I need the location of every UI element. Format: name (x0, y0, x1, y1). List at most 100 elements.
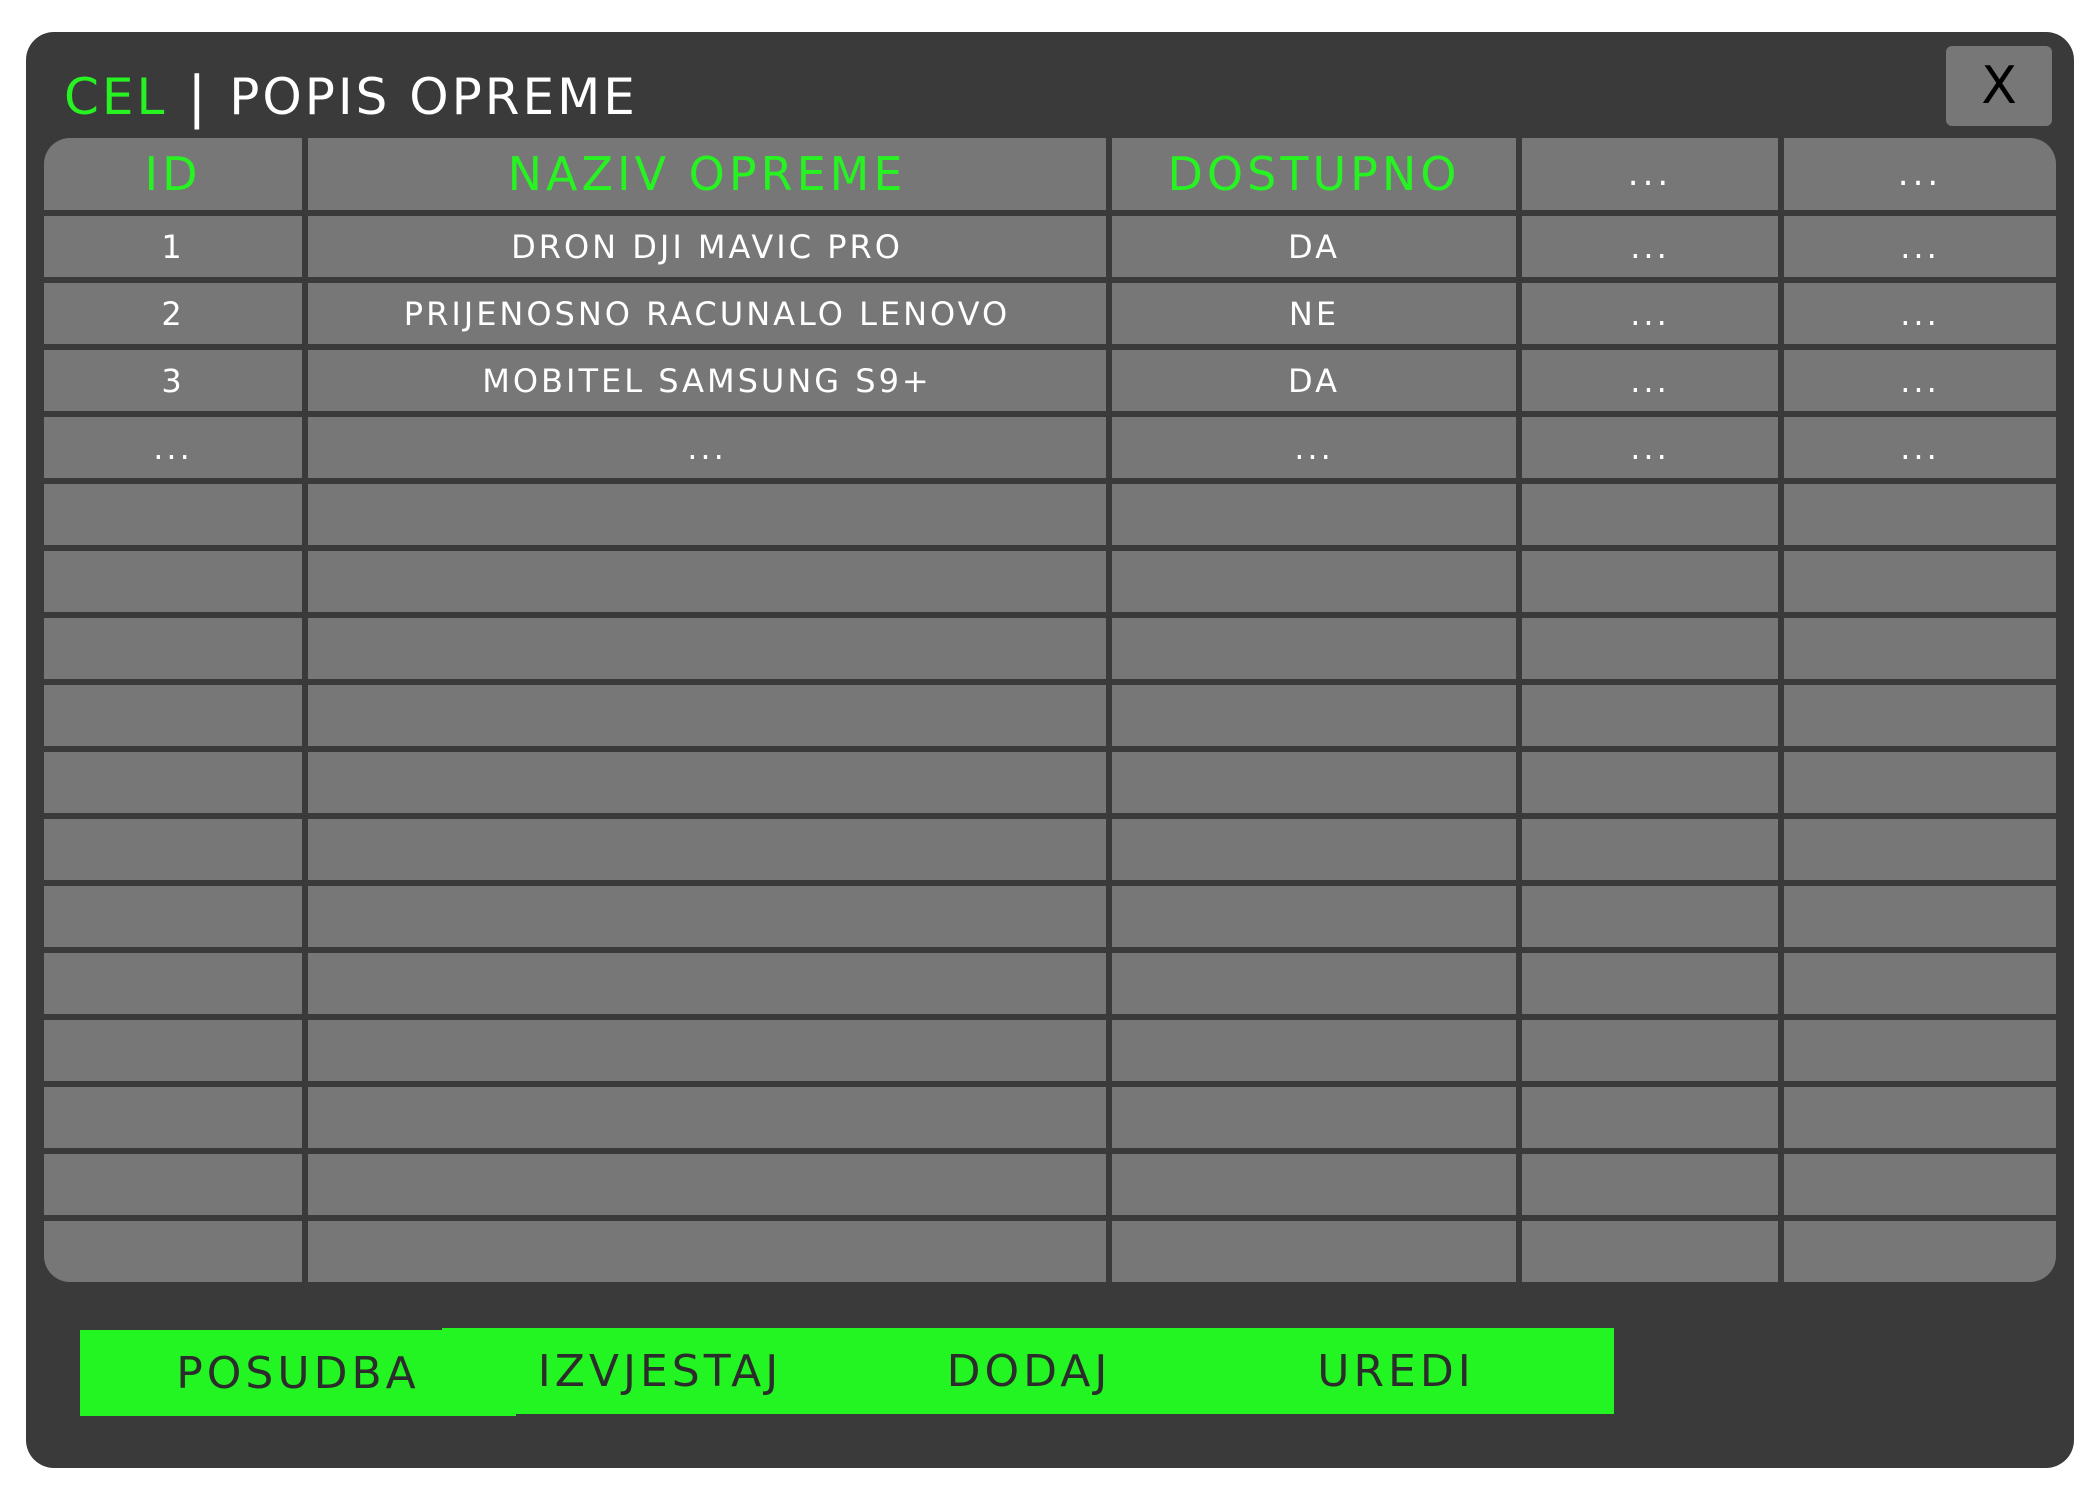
cell-extra-1 (1522, 551, 1778, 612)
table-row[interactable] (44, 551, 2056, 612)
cell-extra-1 (1522, 886, 1778, 947)
cell-available (1112, 819, 1516, 880)
equipment-list-window: CEL | POPIS OPREME X ID NAZIV OPREME DOS… (26, 32, 2074, 1468)
action-bar: POSUDBA IZVJESTAJ DODAJ UREDI (26, 1328, 2074, 1418)
cell-extra-1 (1522, 1221, 1778, 1282)
cell-extra-1 (1522, 685, 1778, 746)
cell-name (308, 1087, 1106, 1148)
cell-id: 1 (44, 216, 302, 277)
uredi-button[interactable]: UREDI (1178, 1328, 1614, 1414)
table-row[interactable] (44, 819, 2056, 880)
cell-id (44, 685, 302, 746)
cell-available: NE (1112, 283, 1516, 344)
table-row[interactable] (44, 886, 2056, 947)
cell-name (308, 752, 1106, 813)
close-button[interactable]: X (1946, 46, 2052, 126)
cell-available (1112, 1020, 1516, 1081)
equipment-table: ID NAZIV OPREME DOSTUPNO ... ... 1 DRON D… (44, 138, 2056, 1282)
column-header-name[interactable]: NAZIV OPREME (308, 138, 1106, 210)
cell-name (308, 1154, 1106, 1215)
cell-extra-2 (1784, 1020, 2056, 1081)
cell-extra-2 (1784, 886, 2056, 947)
cell-available (1112, 1087, 1516, 1148)
cell-name (308, 886, 1106, 947)
cell-extra-2 (1784, 953, 2056, 1014)
table-row[interactable]: ............... (44, 417, 2056, 478)
cell-extra-2 (1784, 484, 2056, 545)
cell-extra-1 (1522, 1087, 1778, 1148)
table-row[interactable] (44, 1087, 2056, 1148)
cell-name (308, 551, 1106, 612)
title-separator: | (187, 64, 210, 130)
cell-available (1112, 551, 1516, 612)
cell-extra-1: ... (1522, 350, 1778, 411)
cell-extra-1 (1522, 953, 1778, 1014)
cell-id (44, 551, 302, 612)
table-row[interactable] (44, 1221, 2056, 1282)
cell-extra-2 (1784, 618, 2056, 679)
cell-extra-1 (1522, 752, 1778, 813)
cell-available (1112, 752, 1516, 813)
cell-extra-2 (1784, 1087, 2056, 1148)
cell-extra-2 (1784, 551, 2056, 612)
cell-extra-1 (1522, 1154, 1778, 1215)
cell-id (44, 886, 302, 947)
cell-extra-2 (1784, 1154, 2056, 1215)
cell-id (44, 1020, 302, 1081)
cell-id (44, 752, 302, 813)
table-row[interactable] (44, 484, 2056, 545)
column-header-extra-1[interactable]: ... (1522, 138, 1778, 210)
cell-id (44, 819, 302, 880)
cell-available (1112, 1154, 1516, 1215)
cell-name: DRON DJI MAVIC PRO (308, 216, 1106, 277)
column-header-available[interactable]: DOSTUPNO (1112, 138, 1516, 210)
column-header-id[interactable]: ID (44, 138, 302, 210)
table-row[interactable]: 3 MOBITEL SAMSUNG S9+ DA...... (44, 350, 2056, 411)
table-row[interactable]: 2 PRIJENOSNO RACUNALO LENOVO NE...... (44, 283, 2056, 344)
cell-extra-1: ... (1522, 417, 1778, 478)
table-header-row: ID NAZIV OPREME DOSTUPNO ... ... (44, 138, 2056, 210)
cell-available (1112, 953, 1516, 1014)
cell-id (44, 484, 302, 545)
cell-name (308, 819, 1106, 880)
cell-extra-1 (1522, 819, 1778, 880)
cell-extra-1 (1522, 484, 1778, 545)
cell-id: 2 (44, 283, 302, 344)
cell-available: DA (1112, 216, 1516, 277)
table-row[interactable]: 1 DRON DJI MAVIC PRO DA...... (44, 216, 2056, 277)
cell-id (44, 1087, 302, 1148)
cell-available (1112, 484, 1516, 545)
cell-id: ... (44, 417, 302, 478)
cell-extra-2 (1784, 1221, 2056, 1282)
cell-name (308, 953, 1106, 1014)
table-row[interactable] (44, 1154, 2056, 1215)
cell-extra-1: ... (1522, 283, 1778, 344)
cell-extra-2: ... (1784, 417, 2056, 478)
table-row[interactable] (44, 618, 2056, 679)
brand-label: CEL (64, 68, 168, 126)
cell-id (44, 1221, 302, 1282)
cell-name: PRIJENOSNO RACUNALO LENOVO (308, 283, 1106, 344)
cell-extra-1 (1522, 1020, 1778, 1081)
cell-name (308, 1221, 1106, 1282)
cell-extra-2: ... (1784, 216, 2056, 277)
cell-extra-2 (1784, 752, 2056, 813)
cell-available: ... (1112, 417, 1516, 478)
column-header-extra-2[interactable]: ... (1784, 138, 2056, 210)
table-row[interactable] (44, 685, 2056, 746)
cell-name (308, 484, 1106, 545)
cell-extra-2 (1784, 685, 2056, 746)
cell-extra-2: ... (1784, 283, 2056, 344)
cell-extra-2 (1784, 819, 2056, 880)
cell-id (44, 618, 302, 679)
cell-id (44, 953, 302, 1014)
cell-name (308, 1020, 1106, 1081)
title-bar: CEL | POPIS OPREME (64, 62, 638, 132)
table-row[interactable] (44, 1020, 2056, 1081)
table-row[interactable] (44, 752, 2056, 813)
cell-id: 3 (44, 350, 302, 411)
table-row[interactable] (44, 953, 2056, 1014)
cell-available (1112, 886, 1516, 947)
cell-name (308, 685, 1106, 746)
cell-available (1112, 1221, 1516, 1282)
